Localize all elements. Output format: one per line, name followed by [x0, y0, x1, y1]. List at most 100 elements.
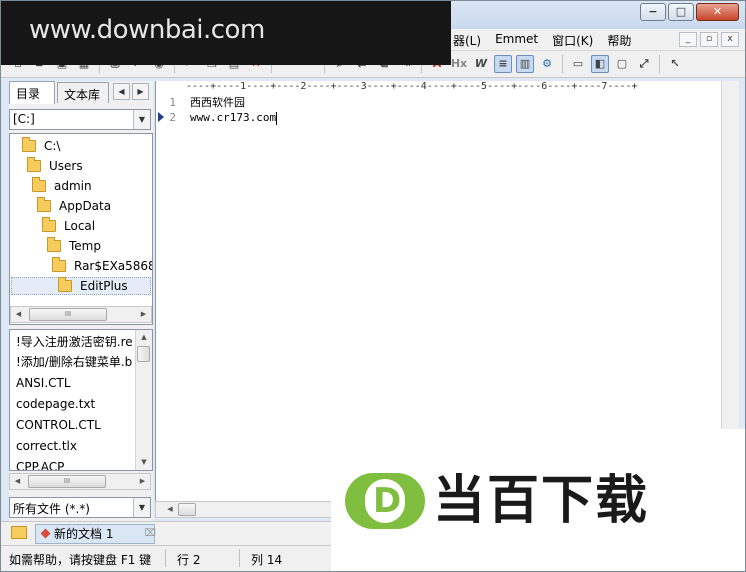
scroll-right-icon[interactable]: ▶: [135, 474, 150, 489]
drive-select[interactable]: [C:] ▼: [9, 109, 151, 130]
file-item[interactable]: CPP.ACP: [16, 457, 134, 470]
logo-mark-icon: D: [345, 473, 425, 529]
tree-node[interactable]: Temp: [47, 237, 101, 255]
panel-tabs: 目录 文本库 ◀ ▶: [9, 81, 153, 104]
code-text[interactable]: 西西软件园 www.cr173.com: [190, 95, 278, 125]
code-line[interactable]: www.cr173.com: [190, 110, 278, 125]
watermark-banner: www.downbai.com: [1, 1, 451, 65]
site-logo: D 当百下载: [331, 429, 745, 571]
watermark-text: www.downbai.com: [29, 15, 265, 45]
file-item[interactable]: CONTROL.CTL: [16, 415, 134, 435]
menu-window[interactable]: 窗口(K): [552, 32, 593, 49]
chevron-down-icon[interactable]: ▼: [133, 498, 150, 517]
file-list-horizontal-scrollbar[interactable]: ◀ III ▶: [9, 473, 151, 490]
document-tab[interactable]: 新的文档 1 ⌧: [35, 524, 156, 544]
scroll-thumb[interactable]: III: [29, 308, 107, 321]
column-ruler: ----+----1----+----2----+----3----+----4…: [156, 81, 722, 93]
scroll-up-icon[interactable]: ▲: [136, 330, 152, 345]
status-help-text: 如需帮助，请按键盘 F1 键: [9, 553, 152, 567]
editor-vertical-scrollbar[interactable]: [721, 81, 739, 429]
scroll-right-icon[interactable]: ▶: [136, 307, 151, 322]
file-filter-select[interactable]: 所有文件 (*.*) ▼: [9, 497, 151, 518]
scroll-thumb[interactable]: [178, 503, 196, 516]
minimize-button[interactable]: −: [640, 3, 666, 21]
file-list: !导入注册激活密钥.re !添加/删除右键菜单.b ANSI.CTL codep…: [9, 329, 153, 471]
tree-node[interactable]: C:\: [22, 137, 60, 155]
ruler-text: ----+----1----+----2----+----3----+----4…: [186, 81, 638, 92]
help-pointer-icon[interactable]: ↖: [666, 55, 684, 73]
tree-node-label: Temp: [69, 239, 101, 253]
output-window-icon[interactable]: ▢: [613, 55, 631, 73]
word-wrap-icon[interactable]: W: [472, 55, 490, 73]
tree-node[interactable]: AppData: [37, 197, 111, 215]
text-caret: [276, 111, 278, 125]
scroll-thumb[interactable]: [137, 346, 150, 362]
tab-scroll-right-icon[interactable]: ▶: [132, 83, 149, 100]
tree-horizontal-scrollbar[interactable]: ◀ III ▶: [10, 306, 152, 323]
tab-scroll-left-icon[interactable]: ◀: [113, 83, 130, 100]
file-item[interactable]: !添加/删除右键菜单.b: [16, 352, 134, 372]
status-row: 行 2: [177, 553, 201, 567]
tab-cliptext[interactable]: 文本库: [57, 82, 109, 103]
mdi-controls: _ ▫ x: [679, 32, 739, 47]
line-number: 1: [169, 96, 176, 109]
code-line-text: www.cr173.com: [190, 111, 277, 124]
mdi-close-button[interactable]: x: [721, 32, 739, 47]
tree-node[interactable]: Rar$EXa5868: [52, 257, 153, 275]
folder-tree: C:\ Users admin AppData Local Temp Rar$E…: [9, 133, 153, 325]
folder-icon[interactable]: [11, 526, 27, 539]
scroll-down-icon[interactable]: ▼: [136, 455, 152, 470]
close-tab-icon[interactable]: ⌧: [144, 525, 156, 543]
tree-node-label: AppData: [59, 199, 112, 213]
settings-icon[interactable]: ⚙: [538, 55, 556, 73]
close-button[interactable]: ✕: [696, 3, 739, 21]
tree-node[interactable]: Users: [27, 157, 83, 175]
tab-directory[interactable]: 目录: [9, 81, 55, 104]
menu-emmet[interactable]: Emmet: [495, 32, 538, 49]
file-filter-value: 所有文件 (*.*): [13, 502, 90, 516]
file-item[interactable]: !导入注册激活密钥.re: [16, 332, 134, 352]
line-number-icon[interactable]: ≡: [494, 55, 512, 73]
tree-node-label: Users: [49, 159, 83, 173]
directory-icon[interactable]: ◧: [591, 55, 609, 73]
scroll-left-icon[interactable]: ◀: [11, 307, 26, 322]
code-line[interactable]: 西西软件园: [190, 95, 277, 110]
logo-text: 当百下载: [433, 471, 650, 531]
mdi-minimize-button[interactable]: _: [679, 32, 697, 47]
status-column: 列 14: [251, 553, 283, 567]
maximize-icon: □: [675, 5, 687, 18]
drive-select-value: [C:]: [13, 112, 35, 126]
editor-horizontal-scrollbar[interactable]: ◀: [155, 501, 335, 518]
maximize-button[interactable]: □: [668, 3, 694, 21]
tree-node-label: Rar$EXa5868: [74, 259, 153, 273]
file-item[interactable]: correct.tlx: [16, 436, 134, 456]
hex-icon[interactable]: Hx: [450, 55, 468, 73]
cliptext-icon[interactable]: ▭: [569, 55, 587, 73]
ruler-icon[interactable]: ▥: [516, 55, 534, 73]
scroll-left-icon[interactable]: ◀: [10, 474, 25, 489]
mdi-restore-button[interactable]: ▫: [700, 32, 718, 47]
menu-help[interactable]: 帮助: [607, 32, 631, 49]
minimize-icon: −: [648, 5, 658, 18]
scroll-thumb[interactable]: III: [28, 475, 106, 488]
document-tab-bar: 新的文档 1 ⌧: [1, 521, 331, 545]
modified-indicator-icon: [40, 528, 51, 539]
file-item[interactable]: ANSI.CTL: [16, 373, 134, 393]
tree-node[interactable]: Local: [42, 217, 95, 235]
scroll-left-icon[interactable]: ◀: [164, 502, 176, 517]
code-line-text: 西西软件园: [190, 96, 245, 109]
tree-node-label: admin: [54, 179, 92, 193]
chevron-down-icon[interactable]: ▼: [133, 110, 150, 129]
tree-node[interactable]: admin: [32, 177, 92, 195]
file-list-vertical-scrollbar[interactable]: ▲ ▼: [135, 330, 152, 470]
folder-icon: [47, 237, 61, 252]
logo-letter: D: [373, 481, 402, 521]
folder-icon: [37, 197, 51, 212]
tree-node-label: Local: [64, 219, 96, 233]
file-item[interactable]: codepage.txt: [16, 394, 134, 414]
tree-node-selected[interactable]: EditPlus: [11, 277, 151, 295]
menu-tools[interactable]: 器(L): [453, 32, 481, 49]
folder-icon: [52, 257, 66, 272]
status-bar: 如需帮助，请按键盘 F1 键 行 2 列 14: [1, 545, 331, 571]
full-screen-icon[interactable]: ⤢: [635, 55, 653, 73]
